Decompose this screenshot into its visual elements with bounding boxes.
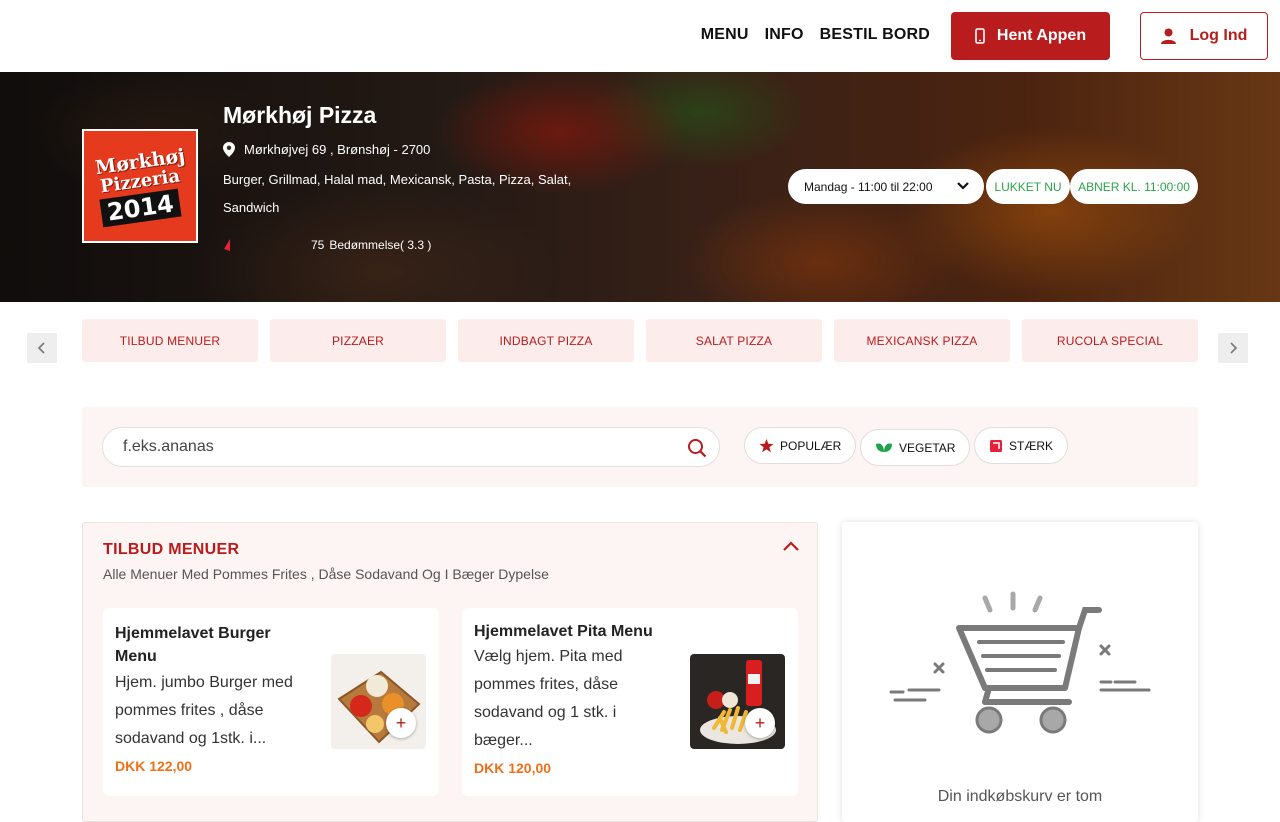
restaurant-logo: Mørkhøj Pizzeria 2014 [82,129,198,243]
filter-spicy-label: STÆRK [1009,438,1054,453]
rating-count: 75 [311,238,325,252]
login-label: Log Ind [1189,27,1248,44]
top-navigation: MENU INFO BESTIL BORD Hent Appen Log Ind [0,0,1280,72]
add-to-cart-button[interactable]: + [386,708,416,738]
category-tab-salat-pizza[interactable]: SALAT PIZZA [646,319,822,362]
nav-book-table-link[interactable]: BESTIL BORD [820,26,930,44]
search-input[interactable] [123,428,673,466]
filter-vegetarian-label: VEGETAR [899,440,956,455]
section-subtitle: Alle Menuer Med Pommes Frites , Dåse Sod… [103,566,549,582]
get-app-label: Hent Appen [996,27,1087,44]
pita-menu-image [690,654,785,749]
rating-label: Bedømmelse( 3.3 ) [329,238,432,252]
chevron-down-icon [957,182,969,190]
menu-item-card[interactable]: Hjemmelavet Pita Menu Vælg hjem. Pita me… [462,608,798,796]
filter-vegetarian-button[interactable]: VEGETAR [860,429,971,466]
search-box [102,427,720,467]
section-title: TILBUD MENUER [103,541,240,558]
nav-info-link[interactable]: INFO [765,26,804,44]
menu-item-description: Hjem. jumbo Burger med pommes frites , d… [115,674,293,747]
menu-item-title: Hjemmelavet Pita Menu [474,623,653,640]
opening-hours-value: Mandag - 11:00 til 22:00 [804,179,933,194]
login-button[interactable]: Log Ind [1140,12,1268,60]
restaurant-hero: Mørkhøj Pizzeria 2014 Mørkhøj Pizza Mørk… [0,72,1280,302]
cart-empty-message: Din indkøbskurv er tom [937,788,1103,805]
leaf-icon [876,442,892,452]
address-text: Mørkhøjvej 69 , Brønshøj - 2700 [244,142,431,157]
filter-spicy-button[interactable]: STÆRK [974,427,1069,464]
chevron-left-icon [37,342,45,354]
opening-hours-select[interactable]: Mandag - 11:00 til 22:00 [788,169,984,204]
category-tab-indbagt-pizza[interactable]: INDBAGT PIZZA [458,319,634,362]
menu-item-price: DKK 120,00 [474,760,552,776]
category-scroll-left-button[interactable] [27,333,57,363]
get-app-button[interactable]: Hent Appen [951,12,1110,60]
category-scroll-right-button[interactable] [1218,333,1248,363]
search-panel: POPULÆR VEGETAR STÆRK [82,407,1198,487]
shopping-cart-panel: Din indkøbskurv er tom [842,522,1198,822]
chili-icon [990,439,1002,452]
menu-item-title: Hjemmelavet Burger Menu [115,625,271,665]
nav-menu-link[interactable]: MENU [701,26,749,44]
star-icon [759,438,774,452]
search-icon[interactable] [687,438,707,458]
filter-popular-button[interactable]: POPULÆR [744,427,857,464]
add-to-cart-button[interactable]: + [745,708,775,738]
category-tab-pizzaer[interactable]: PIZZAER [270,319,446,362]
menu-item-price: DKK 122,00 [115,758,193,774]
collapse-chevron-up-icon[interactable] [783,541,799,553]
phone-icon [975,28,985,44]
user-icon [1160,28,1176,44]
nav-links: MENU INFO BESTIL BORD [701,26,930,44]
filter-popular-label: POPULÆR [780,438,842,453]
chevron-right-icon [1230,342,1238,354]
empty-cart-icon [889,591,1151,734]
star-rating-icon [224,239,230,251]
category-tab-mexicansk-pizza[interactable]: MEXICANSK PIZZA [834,319,1010,362]
status-closed-badge: LUKKET NU [986,169,1070,204]
burger-menu-image [331,654,426,749]
menu-item-description: Vælg hjem. Pita med pommes frites, dåse … [474,648,623,749]
cuisine-list: Burger, Grillmad, Halal mad, Mexicansk, … [223,172,572,215]
category-tab-tilbud-menuer[interactable]: TILBUD MENUER [82,319,258,362]
location-pin-icon [223,142,235,157]
status-opens-badge: ABNER KL. 11:00:00 [1070,169,1198,204]
category-tab-rucola-special[interactable]: RUCOLA SPECIAL [1022,319,1198,362]
menu-section-tilbud: TILBUD MENUER Alle Menuer Med Pommes Fri… [82,522,818,822]
restaurant-address: Mørkhøjvej 69 , Brønshøj - 2700 [223,142,430,157]
restaurant-name: Mørkhøj Pizza [223,102,377,128]
rating-row: 75 Bedømmelse( 3.3 ) [223,238,431,252]
menu-item-card[interactable]: Hjemmelavet Burger Menu Hjem. jumbo Burg… [103,608,439,796]
rating-stars [223,238,311,252]
